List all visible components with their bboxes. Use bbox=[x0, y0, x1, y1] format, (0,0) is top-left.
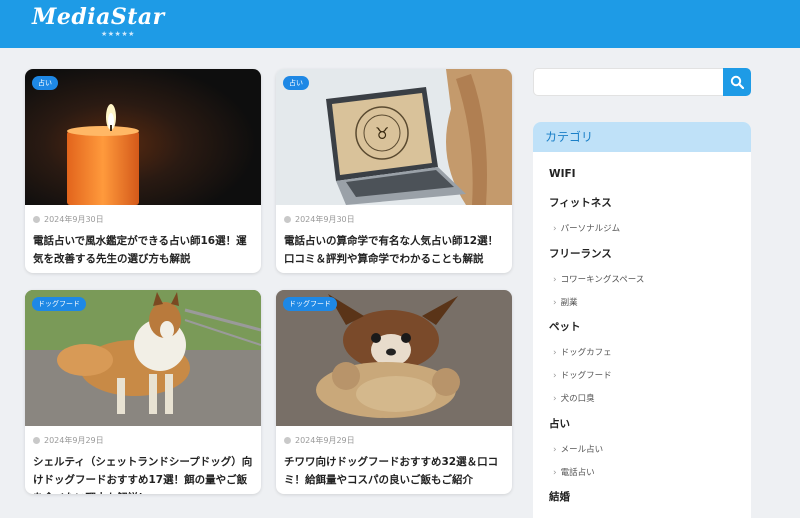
category-subitem-label: ドッグカフェ bbox=[560, 348, 612, 358]
category-subitem-label: 副業 bbox=[560, 298, 578, 308]
category-subitem[interactable]: › 犬の口臭 bbox=[553, 392, 595, 404]
chevron-right-icon: › bbox=[553, 298, 557, 308]
category-item-fortune[interactable]: 占い bbox=[549, 416, 570, 431]
category-subitem-label: ドッグフード bbox=[560, 371, 612, 381]
site-logo[interactable]: MediaStar bbox=[32, 4, 165, 30]
clock-icon bbox=[284, 437, 291, 444]
category-item-freelance[interactable]: フリーランス bbox=[549, 246, 612, 261]
category-item-wifi[interactable]: WIFI bbox=[549, 168, 576, 180]
category-subitem[interactable]: › メール占い bbox=[553, 443, 603, 455]
post-date-text: 2024年9月29日 bbox=[295, 436, 355, 445]
category-heading: カテゴリ bbox=[533, 122, 751, 152]
clock-icon bbox=[284, 216, 291, 223]
category-subitem-label: メール占い bbox=[560, 445, 604, 455]
category-subitem-label: コワーキングスペース bbox=[560, 275, 645, 285]
category-subitem[interactable]: › 副業 bbox=[553, 296, 578, 308]
category-widget: カテゴリ WIFI フィットネス › パーソナルジム フリーランス › コワーキング… bbox=[533, 122, 751, 518]
category-subitem[interactable]: › コワーキングスペース bbox=[553, 273, 644, 285]
article-title[interactable]: 電話占いで風水鑑定ができる占い師16選！運気を改善する先生の選び方も解説 bbox=[33, 232, 255, 268]
clock-icon bbox=[33, 437, 40, 444]
article-title[interactable]: 電話占いの算命学で有名な人気占い師12選！口コミ＆評判や算命学でわかることも解説 bbox=[284, 232, 506, 268]
svg-text:♉: ♉ bbox=[375, 124, 389, 143]
article-card[interactable]: 占い 2024年9月30日 電話占いで風水鑑定ができる占い師16選！運気を改善す… bbox=[25, 69, 261, 273]
post-date: 2024年9月30日 bbox=[284, 214, 355, 225]
post-date: 2024年9月30日 bbox=[33, 214, 104, 225]
article-title[interactable]: チワワ向けドッグフードおすすめ32選＆口コミ！給餌量やコスパの良いご飯もご紹介 bbox=[284, 453, 506, 489]
chevron-right-icon: › bbox=[553, 371, 557, 381]
post-date-text: 2024年9月30日 bbox=[44, 215, 104, 224]
article-card[interactable]: ドッグフード 2024年9月29日 シェルティ（シェットランドシープドッグ）向け… bbox=[25, 290, 261, 494]
category-item-marriage[interactable]: 結婚 bbox=[549, 489, 570, 504]
category-badge[interactable]: 占い bbox=[283, 76, 309, 90]
chevron-right-icon: › bbox=[553, 445, 557, 455]
chevron-right-icon: › bbox=[553, 468, 557, 478]
article-thumbnail[interactable] bbox=[25, 69, 261, 205]
clock-icon bbox=[33, 216, 40, 223]
category-badge[interactable]: ドッグフード bbox=[32, 297, 86, 311]
category-subitem[interactable]: › パーソナルジム bbox=[553, 222, 620, 234]
category-item-fitness[interactable]: フィットネス bbox=[549, 195, 612, 210]
category-subitem-label: パーソナルジム bbox=[560, 224, 621, 234]
logo-stars: ★★★★★ bbox=[101, 30, 135, 38]
category-badge[interactable]: ドッグフード bbox=[283, 297, 337, 311]
search-button[interactable] bbox=[723, 68, 751, 96]
category-subitem[interactable]: › 電話占い bbox=[553, 466, 595, 478]
category-subitem[interactable]: › ドッグフード bbox=[553, 369, 612, 381]
chevron-right-icon: › bbox=[553, 275, 557, 285]
chevron-right-icon: › bbox=[553, 224, 557, 234]
search-input[interactable] bbox=[533, 68, 723, 96]
article-card[interactable]: ドッグフード 2024年9月29日 チワワ向けドッグフードおすすめ32選＆口コミ… bbox=[276, 290, 512, 494]
chevron-right-icon: › bbox=[553, 348, 557, 358]
category-item-pet[interactable]: ペット bbox=[549, 319, 581, 334]
search-icon bbox=[730, 75, 744, 89]
site-header: MediaStar ★★★★★ bbox=[0, 0, 800, 48]
category-subitem-label: 犬の口臭 bbox=[560, 394, 595, 404]
article-card[interactable]: ♉ 占い 2024年9月30日 電話占いの算命学で有名な人気占い師12選！口コミ… bbox=[276, 69, 512, 273]
post-date: 2024年9月29日 bbox=[284, 435, 355, 446]
category-subitem-label: 電話占い bbox=[560, 468, 595, 478]
post-date-text: 2024年9月29日 bbox=[44, 436, 104, 445]
category-subitem[interactable]: › ドッグカフェ bbox=[553, 346, 612, 358]
category-badge[interactable]: 占い bbox=[32, 76, 58, 90]
article-thumbnail[interactable]: ♉ bbox=[276, 69, 512, 205]
chevron-right-icon: › bbox=[553, 394, 557, 404]
post-date: 2024年9月29日 bbox=[33, 435, 104, 446]
post-date-text: 2024年9月30日 bbox=[295, 215, 355, 224]
article-title[interactable]: シェルティ（シェットランドシープドッグ）向けドッグフードおすすめ17選！餌の量や… bbox=[33, 453, 255, 494]
